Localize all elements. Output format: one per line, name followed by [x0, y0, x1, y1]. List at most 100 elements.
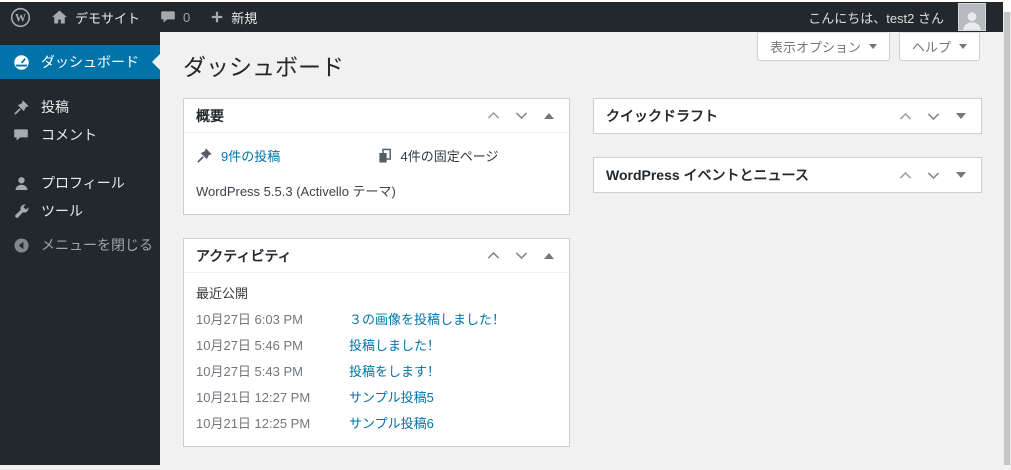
chevron-up-icon — [899, 171, 911, 179]
chevron-up-icon — [899, 112, 911, 120]
column-right: クイックドラフト WordPress イベントとニュース — [593, 98, 982, 216]
activity-post-link[interactable]: 投稿をします！ — [349, 363, 440, 380]
activity-date: 10月27日 6:03 PM — [196, 312, 303, 327]
sidebar-item-label: ダッシュボード — [41, 54, 139, 70]
toggle-button[interactable] — [535, 102, 563, 130]
home-icon — [51, 9, 68, 26]
pages-icon — [377, 148, 393, 164]
wordpress-logo-icon: W — [10, 7, 31, 28]
new-label: 新規 — [231, 10, 258, 26]
chevron-up-icon — [487, 251, 499, 259]
column-left: 概要 9件の投稿 4件の固定ページ WordPress 5.5.3 (Activ… — [183, 98, 570, 470]
quick-draft-box: クイックドラフト — [593, 98, 982, 134]
vertical-scrollbar[interactable] — [1003, 0, 1011, 465]
toggle-button[interactable] — [535, 242, 563, 270]
collapse-arrow-icon — [11, 237, 31, 254]
toggle-button[interactable] — [947, 102, 975, 130]
at-a-glance-box: 概要 9件の投稿 4件の固定ページ WordPress 5.5.3 (Activ… — [183, 98, 570, 215]
activity-row: 10月27日 5:46 PM 投稿しました！ — [196, 337, 557, 354]
help-button[interactable]: ヘルプ — [898, 32, 980, 61]
wordpress-logo-menu[interactable]: W — [0, 2, 41, 32]
scrollbar-track-top — [1003, 0, 1011, 12]
admin-bar-right-group: こんにちは、test2 さん — [798, 2, 1003, 32]
sidebar-item-label: プロフィール — [41, 175, 125, 191]
triangle-down-icon — [956, 172, 966, 178]
plus-icon — [210, 10, 224, 24]
activity-date: 10月21日 12:27 PM — [196, 390, 311, 405]
activity-box: アクティビティ 最近公開 10月27日 6:03 PM ３の画像を投稿しました！… — [183, 238, 570, 447]
pin-icon — [196, 147, 213, 164]
activity-row: 10月27日 5:43 PM 投稿をします！ — [196, 363, 557, 380]
glance-counts-row: 9件の投稿 4件の固定ページ — [196, 146, 557, 165]
activity-row: 10月21日 12:27 PM サンプル投稿5 — [196, 389, 557, 406]
at-a-glance-header[interactable]: 概要 — [184, 99, 569, 133]
user-icon — [11, 175, 31, 192]
admin-sidebar: ダッシュボード 投稿 コメント プロフィール ツール メニューを閉じる — [0, 32, 160, 465]
glance-pages: 4件の固定ページ — [377, 146, 558, 165]
sidebar-item-label: メニューを閉じる — [41, 237, 153, 253]
wordpress-version-text: WordPress 5.5.3 (Activello テーマ) — [196, 184, 396, 199]
sidebar-item-profile[interactable]: プロフィール — [0, 169, 160, 197]
admin-bar-my-account[interactable]: こんにちは、test2 さん — [798, 2, 1003, 32]
screen-options-label: 表示オプション — [769, 40, 861, 55]
dashboard-icon — [11, 54, 31, 71]
box-handle-actions — [891, 102, 975, 130]
activity-post-link[interactable]: 投稿しました！ — [349, 337, 440, 354]
admin-bar-left-group: W デモサイト 0 新規 — [0, 2, 267, 32]
top-edge-line — [0, 0, 1011, 2]
move-down-button[interactable] — [919, 161, 947, 189]
move-up-button[interactable] — [479, 242, 507, 270]
move-up-button[interactable] — [891, 102, 919, 130]
admin-bar: W デモサイト 0 新規 こんにちは、test2 さん — [0, 2, 1003, 32]
sidebar-item-dashboard[interactable]: ダッシュボード — [0, 45, 160, 79]
sidebar-item-label: ツール — [41, 203, 83, 219]
admin-bar-site-name[interactable]: デモサイト — [41, 2, 150, 32]
dashboard-columns: 概要 9件の投稿 4件の固定ページ WordPress 5.5.3 (Activ… — [160, 82, 1003, 470]
admin-bar-comments[interactable]: 0 — [150, 2, 200, 32]
move-up-button[interactable] — [479, 102, 507, 130]
activity-row: 10月21日 12:25 PM サンプル投稿6 — [196, 415, 557, 432]
box-handle-actions — [479, 102, 563, 130]
sidebar-item-posts[interactable]: 投稿 — [0, 93, 160, 121]
triangle-down-icon — [956, 113, 966, 119]
move-down-button[interactable] — [507, 102, 535, 130]
toggle-button[interactable] — [947, 161, 975, 189]
events-news-header[interactable]: WordPress イベントとニュース — [594, 158, 981, 192]
chevron-down-icon — [868, 44, 877, 49]
comment-count: 0 — [183, 9, 191, 25]
chevron-down-icon — [515, 252, 527, 260]
screen-options-button[interactable]: 表示オプション — [756, 32, 890, 61]
quick-draft-header[interactable]: クイックドラフト — [594, 99, 981, 133]
move-down-button[interactable] — [507, 242, 535, 270]
sidebar-item-tools[interactable]: ツール — [0, 197, 160, 225]
activity-date: 10月27日 5:46 PM — [196, 338, 303, 353]
activity-post-link[interactable]: ３の画像を投稿しました！ — [349, 311, 505, 328]
scrollbar-thumb[interactable] — [1004, 12, 1010, 465]
comment-icon — [11, 127, 31, 143]
move-down-button[interactable] — [919, 102, 947, 130]
wrench-icon — [11, 203, 31, 220]
screen-meta: 表示オプション ヘルプ — [756, 32, 980, 61]
recently-published-label: 最近公開 — [196, 286, 249, 301]
move-up-button[interactable] — [891, 161, 919, 189]
activity-post-link[interactable]: サンプル投稿5 — [349, 389, 434, 406]
sidebar-item-collapse-menu[interactable]: メニューを閉じる — [0, 231, 160, 259]
box-title: アクティビティ — [196, 247, 292, 264]
sidebar-item-label: 投稿 — [41, 99, 69, 115]
avatar — [958, 3, 986, 31]
box-handle-actions — [479, 242, 563, 270]
activity-row: 10月27日 6:03 PM ３の画像を投稿しました！ — [196, 311, 557, 328]
admin-bar-new[interactable]: 新規 — [200, 2, 267, 32]
activity-header[interactable]: アクティビティ — [184, 239, 569, 273]
sidebar-item-comments[interactable]: コメント — [0, 121, 160, 149]
pages-count-label[interactable]: 4件の固定ページ — [401, 146, 499, 165]
activity-post-link[interactable]: サンプル投稿6 — [349, 415, 434, 432]
at-a-glance-body: 9件の投稿 4件の固定ページ WordPress 5.5.3 (Activell… — [184, 133, 569, 214]
site-name-label: デモサイト — [75, 10, 141, 26]
activity-body: 最近公開 10月27日 6:03 PM ３の画像を投稿しました！ 10月27日 … — [184, 273, 569, 446]
pin-icon — [11, 99, 31, 116]
greeting-text: こんにちは、test2 さん — [808, 10, 944, 26]
chevron-down-icon — [959, 44, 967, 49]
triangle-up-icon — [544, 252, 554, 259]
posts-count-link[interactable]: 9件の投稿 — [221, 146, 280, 165]
